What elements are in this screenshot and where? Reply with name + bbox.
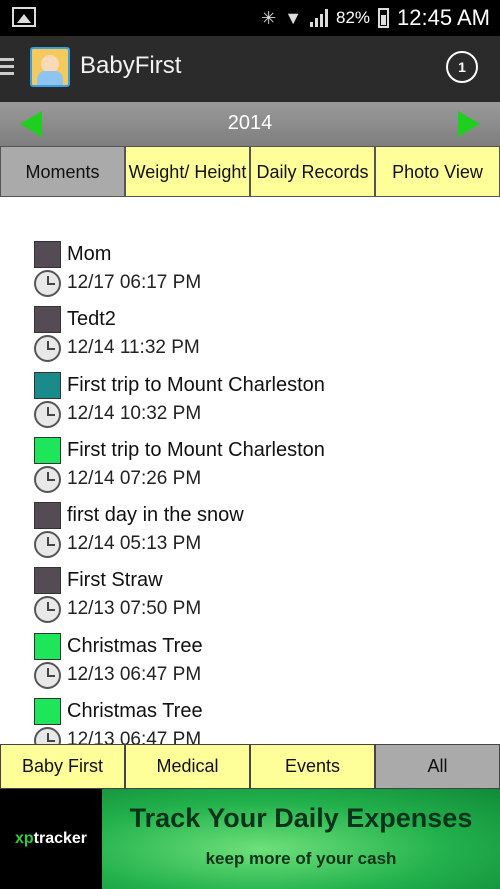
moment-title: First Straw [67, 569, 163, 592]
moment-time: 12/17 06:17 PM [67, 272, 202, 293]
moment-item[interactable]: Mom 12/17 06:17 PM [34, 241, 494, 306]
tab-moments[interactable]: Moments [0, 146, 125, 197]
ad-headline: Track Your Daily Expenses [129, 803, 473, 833]
clock-icon [34, 335, 61, 363]
moment-item[interactable]: First trip to Mount Charleston 12/14 07:2… [34, 436, 494, 502]
clock-time: 12:45 AM [397, 5, 490, 30]
category-color-swatch [34, 371, 61, 399]
ad-logo-text: tracker [33, 830, 88, 847]
category-tab-events[interactable]: Events [250, 744, 375, 789]
clock-icon [34, 400, 61, 428]
category-color-swatch [34, 632, 61, 660]
clock-icon [34, 596, 61, 624]
status-bar: ✳ ▼ 82% 12:45 AM [0, 0, 500, 36]
moment-title: Mom [67, 243, 112, 265]
moment-item[interactable]: Christmas Tree 12/13 06:47 PM [34, 698, 494, 744]
moment-item[interactable]: Tedt2 12/14 11:32 PM [34, 306, 494, 371]
year-label: 2014 [227, 112, 273, 134]
category-color-swatch [34, 698, 61, 726]
clock-icon [34, 270, 61, 297]
clock-icon [34, 531, 61, 559]
ad-graphic[interactable]: Track Your Daily Expenses keep more of y… [102, 789, 500, 889]
moment-time: 12/14 11:32 PM [67, 337, 200, 359]
top-tabs: Moments Weight/ Height Daily Records Photo … [0, 146, 500, 197]
ad-banner[interactable]: xp tracker Track Your Daily Expenses kee… [0, 789, 500, 889]
moment-time: 12/14 05:13 PM [67, 533, 202, 555]
moment-title: first day in the snow [67, 504, 244, 527]
year-navigator: 2014 [0, 102, 500, 146]
category-color-swatch [34, 502, 61, 530]
category-tabs: Baby First Medical Events All [0, 744, 500, 789]
moment-title: Christmas Tree [67, 634, 203, 657]
moment-time: 12/13 06:47 PM [67, 663, 202, 685]
category-tab-baby-first[interactable]: Baby First [0, 744, 125, 789]
moment-title: Tedt2 [67, 308, 116, 331]
moment-title: First trip to Mount Charleston [67, 373, 325, 396]
clock-icon [34, 465, 61, 493]
moment-item[interactable]: first day in the snow 12/14 05:13 PM [34, 502, 494, 567]
gallery-icon [12, 7, 36, 27]
tab-weight-height[interactable]: Weight/ Height [125, 146, 250, 197]
tab-photo-view[interactable]: Photo View [375, 146, 500, 197]
category-color-swatch [34, 241, 61, 268]
tab-daily-records[interactable]: Daily Records [250, 146, 375, 197]
category-tab-all[interactable]: All [375, 744, 500, 789]
moment-title: First trip to Mount Charleston [67, 438, 325, 461]
moment-time: 12/14 10:32 PM [67, 402, 202, 424]
next-year-arrow-icon[interactable] [458, 111, 480, 137]
category-color-swatch [34, 306, 61, 334]
clock-icon [34, 661, 61, 689]
moment-item[interactable]: First trip to Mount Charleston 12/14 10:3… [34, 371, 494, 437]
moment-time: 12/13 07:50 PM [67, 598, 202, 620]
app-logo[interactable] [30, 47, 70, 87]
moment-time: 12/13 06:47 PM [67, 729, 202, 744]
clock-icon [34, 727, 61, 744]
menu-icon[interactable] [0, 58, 14, 78]
ad-subline: keep more of your cash [205, 849, 397, 868]
ad-logo-prefix: xp [14, 830, 34, 847]
app-bar: BabyFirst 1 [0, 36, 500, 102]
category-tab-medical[interactable]: Medical [125, 744, 250, 789]
battery-icon [378, 8, 390, 28]
notification-badge[interactable]: 1 [446, 51, 478, 83]
battery-percent: 82% [336, 8, 371, 27]
moment-item[interactable]: Christmas Tree 12/13 06:47 PM [34, 632, 494, 698]
category-color-swatch [34, 436, 61, 464]
category-color-swatch [34, 567, 61, 595]
signal-icon [310, 9, 329, 27]
moment-time: 12/14 07:26 PM [67, 467, 202, 489]
moment-list: Mom 12/17 06:17 PM Tedt2 12/14 11:32 PM Firs… [34, 241, 494, 744]
ad-logo[interactable]: xp tracker [0, 789, 102, 889]
app-title: BabyFirst [80, 52, 182, 79]
wifi-icon: ▼ [284, 7, 303, 28]
moment-item[interactable]: First Straw 12/13 07:50 PM [34, 567, 494, 632]
bluetooth-icon: ✳ [261, 7, 277, 28]
moment-title: Christmas Tree [67, 700, 203, 723]
